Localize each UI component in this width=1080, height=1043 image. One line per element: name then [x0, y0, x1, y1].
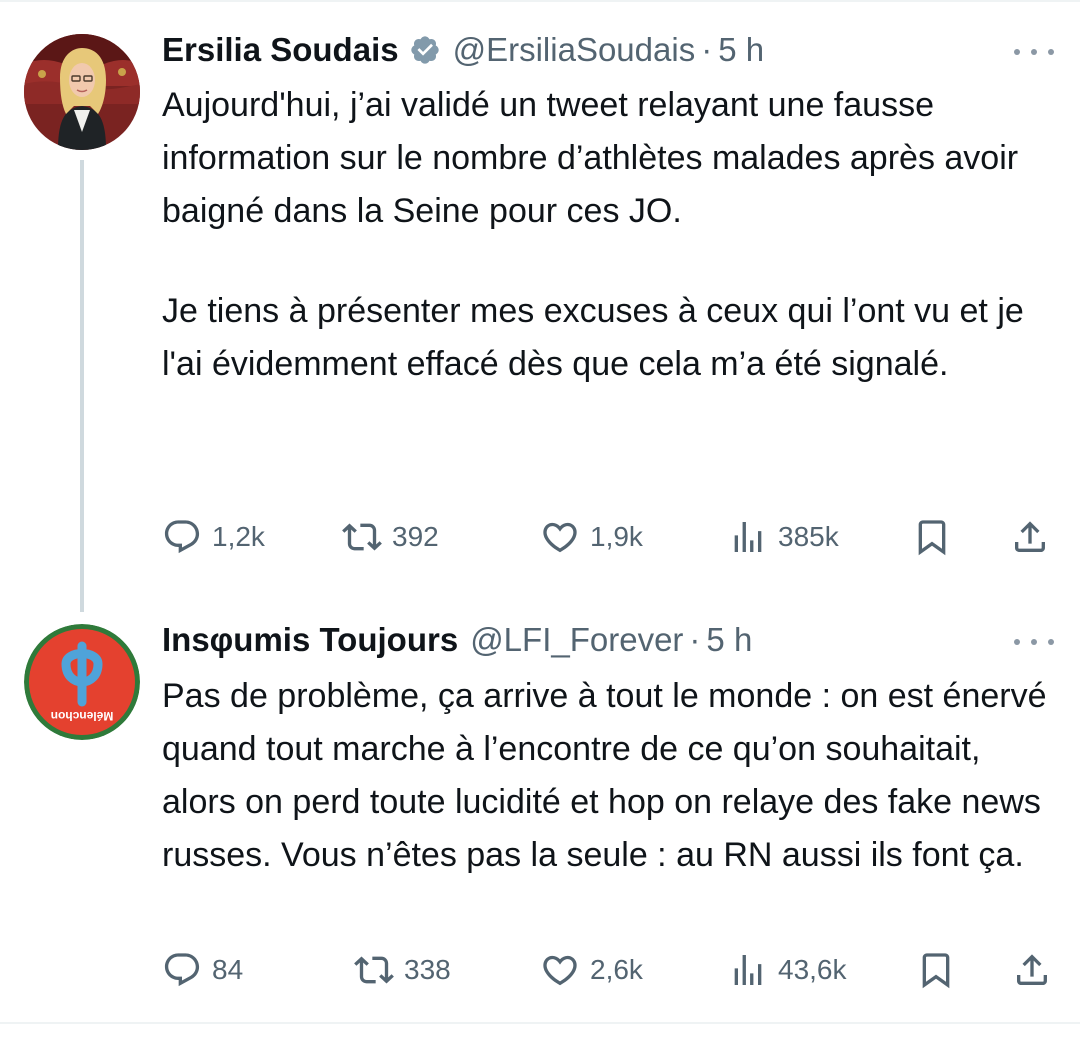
views-count: 43,6k: [778, 954, 847, 985]
author-name[interactable]: Insφumis Toujours: [162, 621, 458, 659]
reply-button[interactable]: 1,2k: [162, 515, 265, 559]
like-count: 1,9k: [590, 521, 643, 552]
repost-icon: [342, 523, 382, 551]
more-icon[interactable]: [1014, 632, 1054, 652]
like-icon: [543, 522, 577, 553]
reply-count: 84: [212, 954, 244, 985]
share-icon: [1015, 521, 1045, 552]
views-count: 385k: [778, 521, 839, 552]
like-icon: [543, 955, 577, 986]
reply-icon: [164, 520, 200, 554]
tweet-paragraph: Aujourd'hui, j’ai validé un tweet relaya…: [162, 86, 1019, 230]
tweet-text: Aujourd'hui, j’ai validé un tweet relaya…: [162, 79, 1057, 391]
tweet-actions: 84 338 2,6k 43,6k: [162, 948, 1054, 992]
tweet-paragraph: Pas de problème, ça arrive à tout le mon…: [162, 677, 1047, 874]
tweet-actions: 1,2k 392 1,9k 385k: [162, 515, 1054, 559]
views-icon: [734, 955, 762, 985]
tweet-insoumis[interactable]: Mélenchon Insφumis Toujours @LFI_Forever…: [0, 600, 1080, 1024]
avatar-text: Mélenchon: [51, 709, 114, 723]
author-handle[interactable]: @ErsiliaSoudais: [453, 31, 696, 69]
timestamp[interactable]: 5 h: [706, 621, 752, 659]
avatar-ersilia[interactable]: [24, 34, 140, 150]
repost-count: 338: [404, 954, 451, 985]
tweet-header: Insφumis Toujours @LFI_Forever · 5 h: [162, 618, 752, 662]
reply-count: 1,2k: [212, 521, 265, 552]
author-name[interactable]: Ersilia Soudais: [162, 31, 399, 69]
like-count: 2,6k: [590, 954, 643, 985]
bookmark-button[interactable]: [912, 515, 952, 559]
verified-badge-icon: [409, 34, 441, 66]
tweet-header: Ersilia Soudais @ErsiliaSoudais · 5 h: [162, 28, 764, 72]
bookmark-icon: [918, 520, 946, 556]
repost-button[interactable]: 338: [354, 948, 451, 992]
author-handle[interactable]: @LFI_Forever: [470, 621, 683, 659]
views-button[interactable]: 43,6k: [728, 948, 847, 992]
views-icon: [734, 522, 762, 552]
tweet-paragraph: Je tiens à présenter mes excuses à ceux …: [162, 292, 1024, 383]
separator-dot: ·: [701, 31, 713, 68]
timestamp[interactable]: 5 h: [718, 31, 764, 69]
views-button[interactable]: 385k: [728, 515, 839, 559]
reply-button[interactable]: 84: [162, 948, 243, 992]
share-icon: [1017, 954, 1047, 985]
separator-dot: ·: [689, 621, 701, 658]
like-button[interactable]: 2,6k: [540, 948, 643, 992]
more-icon[interactable]: [1014, 42, 1054, 62]
avatar-insoumis[interactable]: Mélenchon: [24, 624, 140, 740]
reply-icon: [164, 953, 200, 987]
tweet-text: Pas de problème, ça arrive à tout le mon…: [162, 670, 1057, 882]
repost-count: 392: [392, 521, 439, 552]
share-button[interactable]: [1012, 948, 1052, 992]
bookmark-button[interactable]: [916, 948, 956, 992]
bottom-border: [0, 1022, 1080, 1024]
tweet-ersilia[interactable]: Ersilia Soudais @ErsiliaSoudais · 5 h Au…: [0, 0, 1080, 600]
bookmark-icon: [922, 953, 950, 989]
share-button[interactable]: [1010, 515, 1050, 559]
repost-icon: [354, 956, 394, 984]
like-button[interactable]: 1,9k: [540, 515, 643, 559]
repost-button[interactable]: 392: [342, 515, 439, 559]
